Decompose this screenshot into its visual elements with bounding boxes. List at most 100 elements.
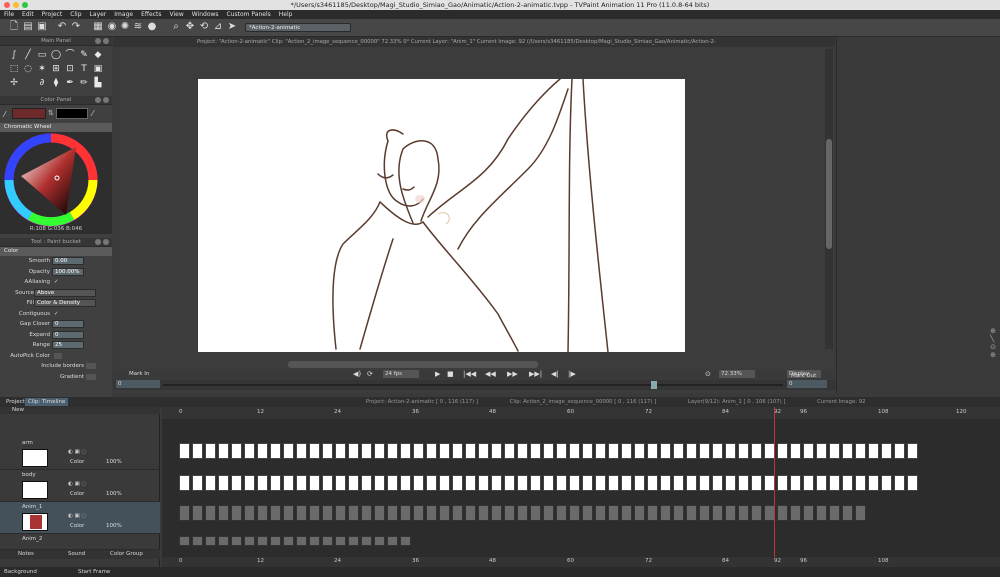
saturation-triangle[interactable] [21, 147, 76, 215]
menu-effects[interactable]: Effects [141, 10, 161, 19]
exposure-cell[interactable] [725, 475, 736, 491]
exposure-cell[interactable] [322, 536, 333, 546]
exposure-cell[interactable] [361, 536, 372, 546]
color-panel-close-icon[interactable] [103, 97, 109, 103]
exposure-cell[interactable] [595, 475, 606, 491]
send-icon[interactable]: ➤ [226, 21, 238, 33]
exposure-cell[interactable] [179, 505, 190, 521]
exposure-cell[interactable] [582, 505, 593, 521]
exposure-cell[interactable] [712, 475, 723, 491]
exposure-cell[interactable] [881, 443, 892, 459]
exposure-cell[interactable] [829, 443, 840, 459]
menu-project[interactable]: Project [42, 10, 63, 19]
exposure-cell[interactable] [244, 475, 255, 491]
menu-help[interactable]: Help [279, 10, 293, 19]
exposure-cell[interactable] [790, 505, 801, 521]
exposure-cell[interactable] [192, 505, 203, 521]
exposure-cell[interactable] [660, 475, 671, 491]
exposure-cell[interactable] [686, 443, 697, 459]
open-file-icon[interactable]: ▤ [22, 21, 34, 33]
undo-icon[interactable]: ↶ [56, 21, 68, 33]
autopick-checkbox[interactable] [54, 352, 62, 359]
exposure-cell[interactable] [244, 505, 255, 521]
effects-icon[interactable]: ✺ [119, 21, 131, 33]
vertical-scroll-thumb[interactable] [826, 139, 832, 249]
transform-icon[interactable]: ⊞ [50, 63, 62, 75]
exposure-cell[interactable] [556, 475, 567, 491]
exposure-cell[interactable] [361, 475, 372, 491]
include-borders-checkbox[interactable] [86, 363, 96, 369]
brush-icon[interactable]: ✎ [78, 49, 90, 61]
eraser-icon[interactable]: ◆ [92, 49, 104, 61]
smooth-field[interactable]: 0.00 [52, 257, 84, 265]
exposure-cell[interactable] [426, 475, 437, 491]
tool-panel-settings-icon[interactable] [95, 239, 101, 245]
horizontal-scrollbar[interactable] [288, 361, 538, 368]
exposure-cell[interactable] [374, 536, 385, 546]
exposure-cell[interactable] [452, 505, 463, 521]
timeline-grid[interactable]: 0 12 24 36 48 60 72 84 92 96 108 120 [162, 407, 1000, 557]
exposure-cell[interactable] [478, 505, 489, 521]
exposure-cell[interactable] [348, 536, 359, 546]
exposure-cell[interactable] [842, 443, 853, 459]
skip-back-icon[interactable]: ◀| [551, 370, 559, 378]
layer-opacity[interactable]: 100% [106, 523, 122, 529]
exposure-cell[interactable] [218, 505, 229, 521]
exposure-cell[interactable] [673, 505, 684, 521]
save-file-icon[interactable]: ▣ [36, 21, 48, 33]
exposure-cell[interactable] [816, 443, 827, 459]
exposure-cell[interactable] [673, 443, 684, 459]
exposure-cell[interactable] [309, 475, 320, 491]
bottom-ruler[interactable]: 0 12 24 36 48 60 72 84 92 96 108 [162, 557, 1000, 567]
menu-clip[interactable]: Clip [70, 10, 81, 19]
exposure-cell[interactable] [179, 443, 190, 459]
exposure-cell[interactable] [205, 505, 216, 521]
exposure-cell[interactable] [712, 443, 723, 459]
menu-windows[interactable]: Windows [192, 10, 219, 19]
exposure-cell[interactable] [205, 475, 216, 491]
exposure-cell[interactable] [504, 475, 515, 491]
exposure-cell[interactable] [530, 475, 541, 491]
exposure-cell[interactable] [517, 443, 528, 459]
frame-slider-thumb[interactable] [651, 381, 657, 389]
new-file-icon[interactable]: 🗋 [8, 21, 20, 33]
menu-layer[interactable]: Layer [90, 10, 107, 19]
exposure-cell[interactable] [543, 505, 554, 521]
stamp-icon[interactable]: ▣ [92, 63, 104, 75]
exposure-cell[interactable] [387, 505, 398, 521]
exposure-cell[interactable] [387, 536, 398, 546]
exposure-cell[interactable] [179, 536, 190, 546]
source-dropdown[interactable]: Above [34, 288, 96, 297]
layer-opacity[interactable]: 100% [106, 491, 122, 497]
exposure-cell[interactable] [335, 536, 346, 546]
exposure-cell[interactable] [647, 443, 658, 459]
exposure-cell[interactable] [569, 443, 580, 459]
line-icon[interactable]: ╱ [22, 49, 34, 61]
panel-close-icon[interactable] [103, 38, 109, 44]
exposure-cell[interactable] [660, 443, 671, 459]
color-wheel[interactable] [0, 132, 112, 234]
expand-field[interactable]: 0 [52, 330, 84, 339]
exposure-cell[interactable] [777, 475, 788, 491]
layer-anim-1[interactable]: Anim_1 ◐ ▣ ◌ Color 100% [0, 502, 160, 534]
exposure-cell[interactable] [231, 536, 242, 546]
color-group-button[interactable]: Color Group [110, 550, 143, 559]
view-tool-4-icon[interactable]: ⊕ [990, 351, 996, 359]
exposure-cell[interactable] [413, 505, 424, 521]
exposure-cell[interactable] [660, 505, 671, 521]
frame-slider-track[interactable] [163, 384, 783, 386]
exposure-cell[interactable] [634, 505, 645, 521]
exposure-cell[interactable] [699, 475, 710, 491]
exposure-cell[interactable] [803, 505, 814, 521]
fill-dropdown[interactable]: Color & Density [34, 299, 96, 307]
new-layer-row[interactable]: New [0, 407, 160, 414]
exposure-cell[interactable] [400, 475, 411, 491]
menu-edit[interactable]: Edit [22, 10, 34, 19]
exposure-cell[interactable] [777, 505, 788, 521]
primary-color-swatch[interactable] [12, 108, 46, 119]
exposure-cell[interactable] [530, 443, 541, 459]
exposure-cell[interactable] [387, 443, 398, 459]
layer-blend-mode[interactable]: Color [70, 491, 84, 497]
exposure-cell[interactable] [556, 443, 567, 459]
exposure-cell[interactable] [270, 505, 281, 521]
